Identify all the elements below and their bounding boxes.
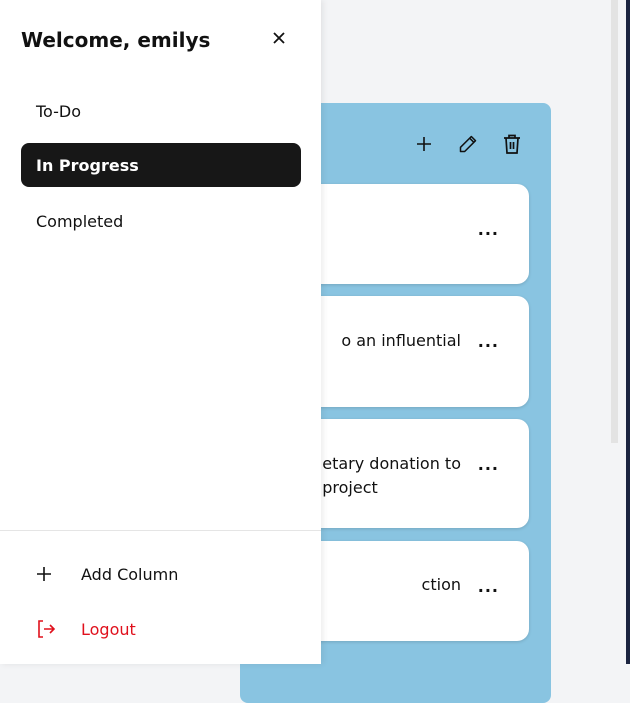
add-column-button[interactable]: Add Column bbox=[36, 564, 178, 584]
edit-column-icon[interactable] bbox=[457, 133, 479, 155]
task-text: ction bbox=[421, 575, 461, 594]
scrollbar[interactable] bbox=[611, 0, 618, 443]
logout-icon bbox=[36, 619, 56, 639]
more-options-button[interactable]: ... bbox=[478, 455, 499, 474]
divider bbox=[0, 530, 321, 531]
add-task-icon[interactable] bbox=[413, 133, 435, 155]
task-text: o an influential bbox=[341, 331, 461, 350]
drawer-title: Welcome, emilys bbox=[21, 28, 211, 52]
nav-item-completed[interactable]: Completed bbox=[21, 199, 301, 243]
side-drawer: Welcome, emilys To-Do In Progress Comple… bbox=[0, 0, 321, 664]
plus-icon bbox=[36, 564, 56, 584]
logout-button[interactable]: Logout bbox=[36, 619, 136, 639]
task-text: etary donation to project bbox=[322, 454, 461, 497]
delete-column-icon[interactable] bbox=[501, 133, 523, 155]
nav-item-todo[interactable]: To-Do bbox=[21, 89, 301, 133]
nav-item-in-progress[interactable]: In Progress bbox=[21, 143, 301, 187]
add-column-label: Add Column bbox=[81, 564, 179, 584]
more-options-button[interactable]: ... bbox=[478, 332, 499, 351]
window-edge bbox=[626, 0, 630, 664]
close-icon[interactable] bbox=[268, 27, 290, 49]
more-options-button[interactable]: ... bbox=[478, 220, 499, 239]
logout-label: Logout bbox=[81, 619, 136, 639]
more-options-button[interactable]: ... bbox=[478, 577, 499, 596]
